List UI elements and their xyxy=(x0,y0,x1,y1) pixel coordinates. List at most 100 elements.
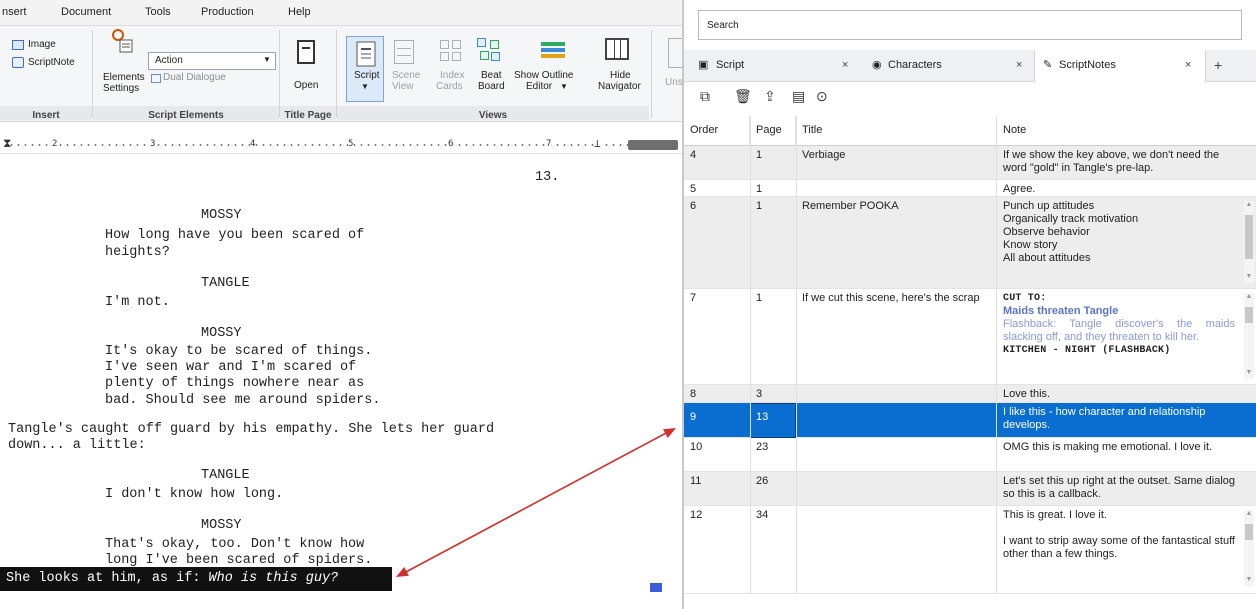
scroll-thumb[interactable] xyxy=(1245,215,1253,259)
dialogue-line[interactable]: I've seen war and I'm scared of xyxy=(105,360,356,376)
dual-dialogue-icon xyxy=(151,74,161,83)
tab-stop-icon[interactable]: ⊥ xyxy=(594,137,601,150)
dialogue-line[interactable]: heights? xyxy=(105,245,170,261)
tab-scriptnotes[interactable]: ✎ ScriptNotes × xyxy=(1034,50,1206,82)
menu-tools[interactable]: Tools xyxy=(145,6,171,18)
close-icon[interactable]: × xyxy=(1185,59,1191,71)
column-header-page[interactable]: Page xyxy=(750,116,796,146)
elements-settings-label-2[interactable]: Settings xyxy=(103,83,139,94)
scene-view-label-2[interactable]: View xyxy=(392,81,414,92)
page-cell[interactable]: 13 xyxy=(750,403,796,438)
scroll-down-icon[interactable]: ▼ xyxy=(1244,576,1254,583)
table-row[interactable]: 5 1 Agree. xyxy=(684,180,1256,197)
add-note-icon[interactable]: ⧉ xyxy=(700,88,710,105)
note-line: Know story xyxy=(1003,239,1058,251)
script-view-button[interactable] xyxy=(346,36,384,102)
note-scrollbar[interactable]: ▲ ▼ xyxy=(1244,293,1254,379)
dialogue-line[interactable]: plenty of things nowhere near as xyxy=(105,376,364,392)
settings-icon[interactable]: ⊙ xyxy=(816,88,828,105)
note-cell: I like this - how character and relation… xyxy=(1003,406,1206,431)
outline-editor-icon xyxy=(541,40,565,60)
close-icon[interactable]: × xyxy=(842,59,848,71)
group-label-title-page: Title Page xyxy=(284,110,332,121)
order-cell: 4 xyxy=(690,149,697,161)
partial-ribbon-button[interactable] xyxy=(668,38,682,68)
note-scrollbar[interactable]: ▲ ▼ xyxy=(1244,510,1254,586)
table-row[interactable]: 4 1 Verbiage If we show the key above, w… xyxy=(684,146,1256,180)
title-page-icon xyxy=(297,40,315,64)
table-row[interactable]: 10 23 OMG this is making me emotional. I… xyxy=(684,438,1256,472)
character-name[interactable]: MOSSY xyxy=(201,518,242,534)
close-icon[interactable]: × xyxy=(1016,59,1022,71)
script-view-label: Script xyxy=(354,70,380,81)
dialogue-line[interactable]: How long have you been scared of xyxy=(105,228,364,244)
tab-characters[interactable]: ◉ Characters × xyxy=(860,50,1034,82)
column-header-note[interactable]: Note xyxy=(997,116,1256,146)
character-name[interactable]: MOSSY xyxy=(201,208,242,224)
scroll-up-icon[interactable]: ▲ xyxy=(1244,293,1254,300)
dual-dialogue-button[interactable]: Dual Dialogue xyxy=(163,72,226,83)
table-row[interactable]: 12 34 This is great. I love it. I want t… xyxy=(684,506,1256,594)
menu-document[interactable]: Document xyxy=(61,6,111,18)
index-cards-label-1[interactable]: Index xyxy=(440,70,464,81)
trash-icon[interactable]: 🗑 xyxy=(734,88,752,105)
column-header-title[interactable]: Title xyxy=(796,116,997,146)
table-row-selected[interactable]: 9 13 I like this - how character and rel… xyxy=(684,403,1256,438)
menu-production[interactable]: Production xyxy=(201,6,254,18)
group-separator xyxy=(92,30,93,118)
scroll-up-icon[interactable]: ▲ xyxy=(1244,201,1254,208)
table-row[interactable]: 7 1 If we cut this scene, here's the scr… xyxy=(684,289,1256,385)
table-row[interactable]: 11 26 Let's set this up right at the out… xyxy=(684,472,1256,506)
dialogue-line[interactable]: I don't know how long. xyxy=(105,487,283,503)
beat-board-label-2[interactable]: Board xyxy=(478,81,505,92)
beat-board-label-1[interactable]: Beat xyxy=(481,70,502,81)
page-cell: 1 xyxy=(756,149,763,161)
add-tab-button[interactable]: + xyxy=(1214,57,1222,73)
note-scrollbar[interactable]: ▲ ▼ xyxy=(1244,201,1254,283)
menu-insert[interactable]: nsert xyxy=(2,6,26,18)
scroll-thumb[interactable] xyxy=(1245,524,1253,540)
order-cell: 9 xyxy=(690,411,697,423)
scroll-down-icon[interactable]: ▼ xyxy=(1244,369,1254,376)
hide-navigator-label-2[interactable]: Navigator xyxy=(598,81,641,92)
elements-settings-label-1[interactable]: Elements xyxy=(103,72,145,83)
characters-icon: ◉ xyxy=(872,59,882,71)
table-row[interactable]: 8 3 Love this. xyxy=(684,385,1256,403)
title-cell xyxy=(796,438,996,444)
table-row[interactable]: 6 1 Remember POOKA Punch up attitudes Or… xyxy=(684,197,1256,289)
show-outline-label-1[interactable]: Show Outline xyxy=(514,70,573,81)
scroll-down-icon[interactable]: ▼ xyxy=(1244,273,1254,280)
insert-image-button[interactable]: Image xyxy=(28,39,56,50)
column-header-order[interactable]: Order xyxy=(684,116,750,146)
scroll-thumb[interactable] xyxy=(1245,307,1253,323)
selected-action-line[interactable]: She looks at him, as if: Who is this guy… xyxy=(0,567,392,591)
document-icon[interactable]: ▤ xyxy=(792,88,805,105)
index-cards-label-2[interactable]: Cards xyxy=(436,81,463,92)
character-name[interactable]: TANGLE xyxy=(201,468,250,484)
search-area: Search xyxy=(684,0,1256,48)
scriptnotes-icon: ✎ xyxy=(1043,59,1053,71)
dialogue-line[interactable]: It's okay to be scared of things. xyxy=(105,344,372,360)
indent-marker-icon[interactable]: ⧗ xyxy=(3,136,11,151)
ruler-margin-handle[interactable] xyxy=(628,140,678,150)
ruler: ⧗ 2 3 4 5 6 7 ⊥ xyxy=(0,136,682,154)
dialogue-line[interactable]: I'm not. xyxy=(105,295,170,311)
menu-help[interactable]: Help xyxy=(288,6,311,18)
export-icon[interactable]: ⇪ xyxy=(764,88,776,105)
dialogue-line[interactable]: That's okay, too. Don't know how xyxy=(105,537,364,553)
scene-view-label-1[interactable]: Scene xyxy=(392,70,420,81)
element-type-select[interactable]: Action ▼ xyxy=(148,52,276,70)
dialogue-line[interactable]: bad. Should see me around spiders. xyxy=(105,393,380,409)
scriptnote-flag-icon[interactable] xyxy=(650,583,662,592)
scroll-up-icon[interactable]: ▲ xyxy=(1244,510,1254,517)
open-title-page-button[interactable]: Open xyxy=(294,80,318,91)
search-input[interactable]: Search xyxy=(698,10,1242,40)
hide-navigator-label-1[interactable]: Hide xyxy=(610,70,631,81)
character-name[interactable]: MOSSY xyxy=(201,326,242,342)
action-line[interactable]: Tangle's caught off guard by his empathy… xyxy=(8,422,494,438)
action-line[interactable]: down... a little: xyxy=(8,438,146,454)
character-name[interactable]: TANGLE xyxy=(201,276,250,292)
show-outline-label-2[interactable]: Editor xyxy=(526,81,552,92)
tab-script[interactable]: ▣ Script × xyxy=(684,50,860,82)
insert-scriptnote-button[interactable]: ScriptNote xyxy=(28,57,75,68)
